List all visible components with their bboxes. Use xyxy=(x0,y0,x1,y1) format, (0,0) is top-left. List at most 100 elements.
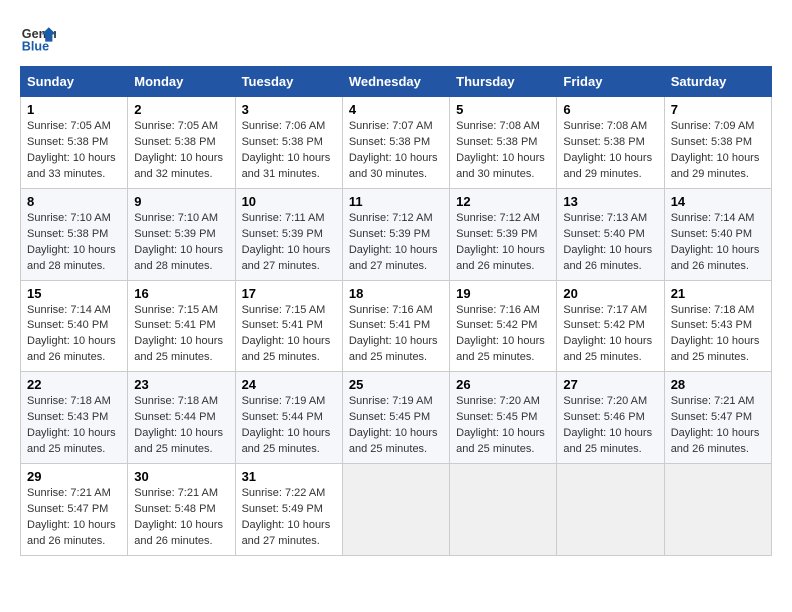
day-number: 16 xyxy=(134,286,228,301)
day-number: 20 xyxy=(563,286,657,301)
day-cell: 11Sunrise: 7:12 AMSunset: 5:39 PMDayligh… xyxy=(342,188,449,280)
days-header-row: SundayMondayTuesdayWednesdayThursdayFrid… xyxy=(21,67,772,97)
day-info: Sunrise: 7:14 AMSunset: 5:40 PMDaylight:… xyxy=(27,303,121,367)
day-cell: 19 Sunrise: 7:16 AMSunset: 5:42 PMDayligh… xyxy=(450,280,557,372)
day-info: Sunrise: 7:19 AMSunset: 5:44 PMDaylight:… xyxy=(242,394,336,458)
day-number: 9 xyxy=(134,194,228,209)
day-info: Sunrise: 7:20 AMSunset: 5:46 PMDaylight:… xyxy=(563,394,657,458)
day-cell: 31 Sunrise: 7:22 AMSunset: 5:49 PMDayligh… xyxy=(235,464,342,556)
day-cell: 5 Sunrise: 7:08 AMSunset: 5:38 PMDaylight… xyxy=(450,97,557,189)
day-number: 3 xyxy=(242,102,336,117)
day-cell xyxy=(450,464,557,556)
day-info: Sunrise: 7:21 AMSunset: 5:47 PMDaylight:… xyxy=(671,394,765,458)
day-cell: 26 Sunrise: 7:20 AMSunset: 5:45 PMDayligh… xyxy=(450,372,557,464)
day-number: 21 xyxy=(671,286,765,301)
day-cell: 21 Sunrise: 7:18 AMSunset: 5:43 PMDayligh… xyxy=(664,280,771,372)
day-info: Sunrise: 7:08 AMSunset: 5:38 PMDaylight:… xyxy=(563,119,657,183)
column-header-thursday: Thursday xyxy=(450,67,557,97)
week-row-3: 15 Sunrise: 7:14 AMSunset: 5:40 PMDayligh… xyxy=(21,280,772,372)
day-number: 10 xyxy=(242,194,336,209)
day-number: 15 xyxy=(27,286,121,301)
day-number: 27 xyxy=(563,377,657,392)
day-number: 25 xyxy=(349,377,443,392)
day-info: Sunrise: 7:05 AMSunset: 5:38 PMDaylight:… xyxy=(134,119,228,183)
day-number: 8 xyxy=(27,194,121,209)
day-number: 29 xyxy=(27,469,121,484)
day-cell xyxy=(342,464,449,556)
day-number: 11 xyxy=(349,194,443,209)
calendar-table: SundayMondayTuesdayWednesdayThursdayFrid… xyxy=(20,66,772,556)
day-number: 26 xyxy=(456,377,550,392)
day-cell: 4Sunrise: 7:07 AMSunset: 5:38 PMDaylight… xyxy=(342,97,449,189)
day-cell: 10 Sunrise: 7:11 AMSunset: 5:39 PMDayligh… xyxy=(235,188,342,280)
day-info: Sunrise: 7:09 AMSunset: 5:38 PMDaylight:… xyxy=(671,119,765,183)
day-number: 2 xyxy=(134,102,228,117)
day-cell: 15 Sunrise: 7:14 AMSunset: 5:40 PMDayligh… xyxy=(21,280,128,372)
day-cell xyxy=(664,464,771,556)
page-header: General Blue xyxy=(20,20,772,56)
column-header-saturday: Saturday xyxy=(664,67,771,97)
day-cell: 16 Sunrise: 7:15 AMSunset: 5:41 PMDayligh… xyxy=(128,280,235,372)
day-info: Sunrise: 7:13 AMSunset: 5:40 PMDaylight:… xyxy=(563,211,657,275)
logo: General Blue xyxy=(20,20,60,56)
day-number: 28 xyxy=(671,377,765,392)
day-cell: 13 Sunrise: 7:13 AMSunset: 5:40 PMDayligh… xyxy=(557,188,664,280)
day-cell: 17Sunrise: 7:15 AMSunset: 5:41 PMDayligh… xyxy=(235,280,342,372)
day-cell: 25Sunrise: 7:19 AMSunset: 5:45 PMDayligh… xyxy=(342,372,449,464)
day-cell xyxy=(557,464,664,556)
column-header-sunday: Sunday xyxy=(21,67,128,97)
day-cell: 18Sunrise: 7:16 AMSunset: 5:41 PMDayligh… xyxy=(342,280,449,372)
day-info: Sunrise: 7:21 AMSunset: 5:47 PMDaylight:… xyxy=(27,486,121,550)
day-cell: 9 Sunrise: 7:10 AMSunset: 5:39 PMDaylight… xyxy=(128,188,235,280)
day-info: Sunrise: 7:20 AMSunset: 5:45 PMDaylight:… xyxy=(456,394,550,458)
day-info: Sunrise: 7:07 AMSunset: 5:38 PMDaylight:… xyxy=(349,119,443,183)
day-number: 30 xyxy=(134,469,228,484)
day-cell: 23Sunrise: 7:18 AMSunset: 5:44 PMDayligh… xyxy=(128,372,235,464)
day-number: 22 xyxy=(27,377,121,392)
day-info: Sunrise: 7:11 AMSunset: 5:39 PMDaylight:… xyxy=(242,211,336,275)
day-cell: 6 Sunrise: 7:08 AMSunset: 5:38 PMDaylight… xyxy=(557,97,664,189)
day-info: Sunrise: 7:18 AMSunset: 5:43 PMDaylight:… xyxy=(27,394,121,458)
day-cell: 24 Sunrise: 7:19 AMSunset: 5:44 PMDayligh… xyxy=(235,372,342,464)
week-row-4: 22 Sunrise: 7:18 AMSunset: 5:43 PMDayligh… xyxy=(21,372,772,464)
column-header-friday: Friday xyxy=(557,67,664,97)
day-info: Sunrise: 7:05 AMSunset: 5:38 PMDaylight:… xyxy=(27,119,121,183)
day-cell: 7 Sunrise: 7:09 AMSunset: 5:38 PMDaylight… xyxy=(664,97,771,189)
day-cell: 2 Sunrise: 7:05 AMSunset: 5:38 PMDaylight… xyxy=(128,97,235,189)
week-row-1: 1Sunrise: 7:05 AMSunset: 5:38 PMDaylight… xyxy=(21,97,772,189)
day-info: Sunrise: 7:15 AMSunset: 5:41 PMDaylight:… xyxy=(134,303,228,367)
column-header-tuesday: Tuesday xyxy=(235,67,342,97)
day-cell: 20 Sunrise: 7:17 AMSunset: 5:42 PMDayligh… xyxy=(557,280,664,372)
svg-text:Blue: Blue xyxy=(22,40,49,54)
day-info: Sunrise: 7:10 AMSunset: 5:38 PMDaylight:… xyxy=(27,211,121,275)
day-info: Sunrise: 7:18 AMSunset: 5:44 PMDaylight:… xyxy=(134,394,228,458)
day-info: Sunrise: 7:12 AMSunset: 5:39 PMDaylight:… xyxy=(456,211,550,275)
day-cell: 29 Sunrise: 7:21 AMSunset: 5:47 PMDayligh… xyxy=(21,464,128,556)
day-number: 31 xyxy=(242,469,336,484)
day-info: Sunrise: 7:16 AMSunset: 5:42 PMDaylight:… xyxy=(456,303,550,367)
day-info: Sunrise: 7:22 AMSunset: 5:49 PMDaylight:… xyxy=(242,486,336,550)
day-number: 19 xyxy=(456,286,550,301)
day-cell: 3 Sunrise: 7:06 AMSunset: 5:38 PMDaylight… xyxy=(235,97,342,189)
day-number: 18 xyxy=(349,286,443,301)
day-cell: 30Sunrise: 7:21 AMSunset: 5:48 PMDayligh… xyxy=(128,464,235,556)
day-info: Sunrise: 7:18 AMSunset: 5:43 PMDaylight:… xyxy=(671,303,765,367)
day-number: 12 xyxy=(456,194,550,209)
day-number: 6 xyxy=(563,102,657,117)
day-info: Sunrise: 7:10 AMSunset: 5:39 PMDaylight:… xyxy=(134,211,228,275)
day-info: Sunrise: 7:17 AMSunset: 5:42 PMDaylight:… xyxy=(563,303,657,367)
day-info: Sunrise: 7:15 AMSunset: 5:41 PMDaylight:… xyxy=(242,303,336,367)
day-cell: 14Sunrise: 7:14 AMSunset: 5:40 PMDayligh… xyxy=(664,188,771,280)
day-number: 5 xyxy=(456,102,550,117)
day-number: 24 xyxy=(242,377,336,392)
day-info: Sunrise: 7:08 AMSunset: 5:38 PMDaylight:… xyxy=(456,119,550,183)
week-row-5: 29 Sunrise: 7:21 AMSunset: 5:47 PMDayligh… xyxy=(21,464,772,556)
day-number: 7 xyxy=(671,102,765,117)
day-cell: 22 Sunrise: 7:18 AMSunset: 5:43 PMDayligh… xyxy=(21,372,128,464)
week-row-2: 8 Sunrise: 7:10 AMSunset: 5:38 PMDaylight… xyxy=(21,188,772,280)
day-cell: 8 Sunrise: 7:10 AMSunset: 5:38 PMDaylight… xyxy=(21,188,128,280)
day-info: Sunrise: 7:06 AMSunset: 5:38 PMDaylight:… xyxy=(242,119,336,183)
day-cell: 27 Sunrise: 7:20 AMSunset: 5:46 PMDayligh… xyxy=(557,372,664,464)
day-cell: 1Sunrise: 7:05 AMSunset: 5:38 PMDaylight… xyxy=(21,97,128,189)
day-number: 13 xyxy=(563,194,657,209)
